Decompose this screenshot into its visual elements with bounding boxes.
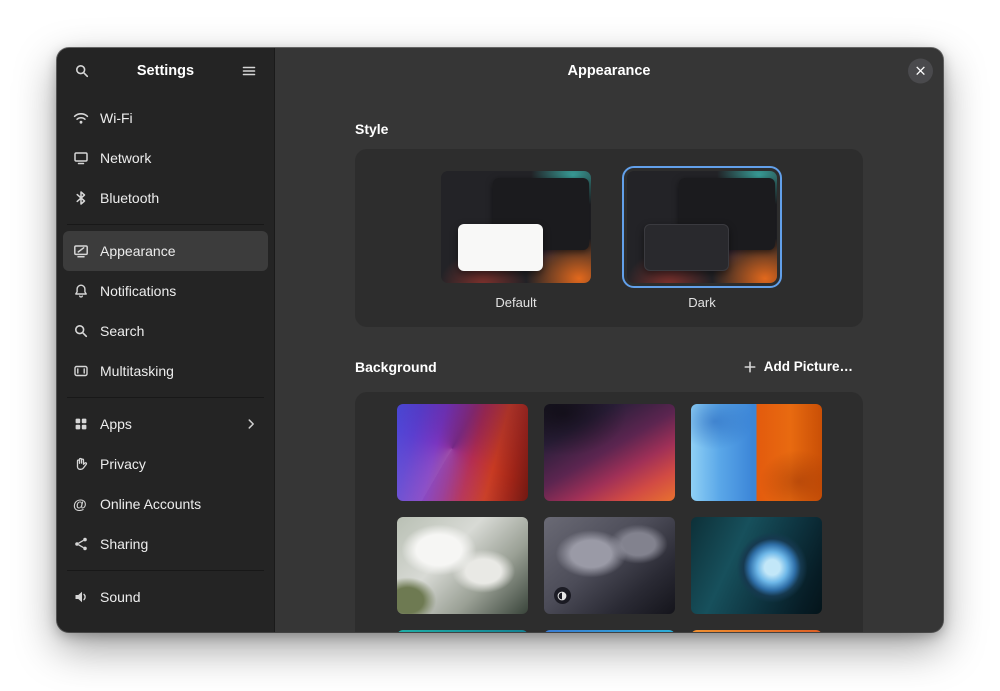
plus-icon (743, 360, 757, 374)
background-card (355, 392, 863, 632)
share-icon (73, 536, 89, 552)
sidebar-item-apps[interactable]: Apps (63, 404, 268, 444)
main-header: Appearance × (275, 48, 943, 94)
add-picture-label: Add Picture… (764, 359, 853, 374)
sidebar-item-wifi[interactable]: Wi-Fi (63, 98, 268, 138)
sidebar-item-label: Multitasking (100, 363, 174, 379)
wallpaper-thumbnail-3[interactable] (691, 404, 822, 501)
apps-grid-icon (73, 416, 89, 432)
wallpaper-thumbnail-7[interactable] (397, 630, 528, 632)
sidebar-nav-list: Wi-Fi Network Bluetooth Appeara (57, 94, 274, 621)
sidebar-header: Settings (57, 48, 274, 94)
network-icon (73, 150, 89, 166)
speaker-icon (73, 589, 89, 605)
style-preview-frame (436, 166, 596, 288)
wallpaper-thumbnail-2[interactable] (544, 404, 675, 501)
sidebar-item-appearance[interactable]: Appearance (63, 231, 268, 271)
preview-front-window-dark (644, 224, 729, 271)
wallpaper-thumbnail-5[interactable] (544, 517, 675, 614)
background-section-title: Background (355, 359, 437, 375)
sidebar-item-sharing[interactable]: Sharing (63, 524, 268, 564)
close-icon: × (914, 64, 927, 79)
search-button[interactable] (67, 56, 97, 86)
sidebar-item-label: Privacy (100, 456, 146, 472)
sidebar-item-label: Network (100, 150, 151, 166)
sidebar-item-label: Sharing (100, 536, 148, 552)
search-icon (74, 63, 90, 79)
separator (67, 570, 264, 571)
sidebar-item-search[interactable]: Search (63, 311, 268, 351)
sidebar-item-sound[interactable]: Sound (63, 577, 268, 617)
style-option-label: Dark (688, 295, 715, 310)
appearance-content: Style Default (275, 94, 943, 632)
sidebar-item-label: Notifications (100, 283, 176, 299)
sidebar-title: Settings (103, 63, 228, 79)
appearance-panel: Appearance × Style Default (275, 48, 943, 632)
sidebar-item-label: Search (100, 323, 144, 339)
wallpaper-thumbnail-6[interactable] (691, 517, 822, 614)
style-option-default[interactable]: Default (436, 166, 596, 310)
sidebar-item-label: Bluetooth (100, 190, 159, 206)
separator (67, 397, 264, 398)
sidebar-item-network[interactable]: Network (63, 138, 268, 178)
hamburger-menu-icon (241, 63, 257, 79)
style-option-dark[interactable]: Dark (622, 166, 782, 310)
page-title: Appearance (567, 63, 650, 79)
separator (67, 224, 264, 225)
menu-button[interactable] (234, 56, 264, 86)
style-option-label: Default (495, 295, 536, 310)
sidebar-item-label: Sound (100, 589, 140, 605)
bluetooth-icon (73, 190, 89, 206)
chevron-right-icon (244, 417, 258, 431)
style-preview-frame-selected (622, 166, 782, 288)
wallpaper-thumbnail-1[interactable] (397, 404, 528, 501)
sidebar-item-multitasking[interactable]: Multitasking (63, 351, 268, 391)
sidebar-item-bluetooth[interactable]: Bluetooth (63, 178, 268, 218)
at-icon: @ (73, 496, 89, 512)
day-night-icon (556, 590, 568, 602)
settings-window: Settings Wi-Fi Network (57, 48, 943, 632)
sidebar-item-label: Apps (100, 416, 132, 432)
sidebar-item-label: Appearance (100, 243, 176, 259)
day-night-badge (554, 587, 571, 604)
add-picture-button[interactable]: Add Picture… (733, 353, 863, 380)
wallpaper-thumbnail-9[interactable] (691, 630, 822, 632)
wallpaper-grid (355, 404, 863, 632)
wallpaper-thumbnail-4[interactable] (397, 517, 528, 614)
wallpaper-thumbnail-8[interactable] (544, 630, 675, 632)
wifi-icon (73, 110, 89, 126)
sidebar-item-notifications[interactable]: Notifications (63, 271, 268, 311)
sidebar-item-online-accounts[interactable]: @ Online Accounts (63, 484, 268, 524)
style-preview-dark (627, 171, 777, 283)
style-card: Default Dark (355, 149, 863, 327)
appearance-icon (73, 243, 89, 259)
sidebar-item-label: Wi-Fi (100, 110, 133, 126)
sidebar-item-privacy[interactable]: Privacy (63, 444, 268, 484)
style-preview-default (441, 171, 591, 283)
style-section-title: Style (355, 121, 863, 137)
search-icon (73, 323, 89, 339)
hand-icon (73, 456, 89, 472)
multitasking-icon (73, 363, 89, 379)
sidebar: Settings Wi-Fi Network (57, 48, 275, 632)
preview-front-window-light (458, 224, 543, 271)
sidebar-item-label: Online Accounts (100, 496, 201, 512)
background-section-header: Background Add Picture… (355, 353, 863, 380)
bell-icon (73, 283, 89, 299)
close-button[interactable]: × (908, 59, 933, 84)
